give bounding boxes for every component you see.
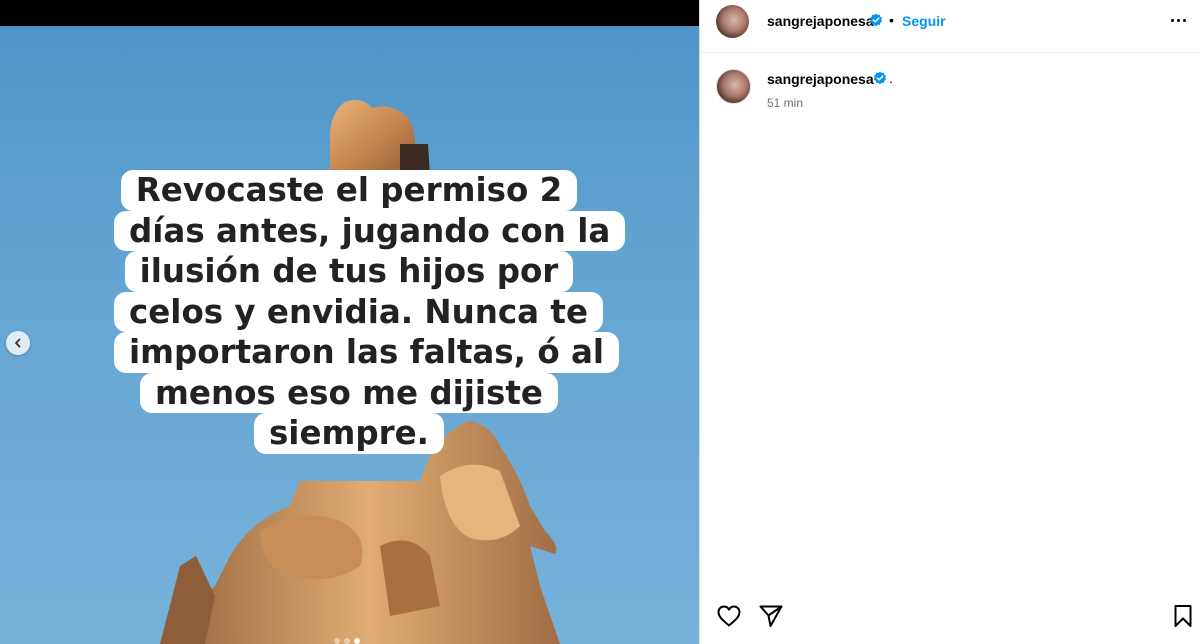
username-link[interactable]: sangrejaponesa <box>767 13 874 29</box>
caption-line: ilusión de tus hijos por <box>124 251 574 292</box>
caption-line: celos y envidia. Nunca te <box>114 291 603 332</box>
comment-username-link[interactable]: sangrejaponesa <box>767 71 874 87</box>
caption-line: menos eso me dijiste <box>140 372 558 413</box>
more-options-icon[interactable] <box>1171 19 1186 22</box>
caption-line: importaron las faltas, ó al <box>114 332 620 373</box>
verified-badge-icon <box>870 13 882 27</box>
post-side-panel: sangrejaponesa • Seguir sangrejaponesa .… <box>699 0 1200 644</box>
verified-badge-icon <box>874 71 886 85</box>
follow-button[interactable]: Seguir <box>902 13 946 29</box>
post-media: Revocaste el permiso 2 días antes, jugan… <box>0 0 699 644</box>
heart-icon[interactable] <box>716 604 742 628</box>
caption-line: siempre. <box>253 413 445 454</box>
carousel-dot-active <box>354 638 360 644</box>
action-bar <box>700 602 1200 632</box>
avatar[interactable] <box>716 5 749 38</box>
carousel-prev-button[interactable] <box>6 331 30 355</box>
comment-text: . <box>889 70 893 86</box>
caption-line: días antes, jugando con la <box>114 210 626 251</box>
caption-line: Revocaste el permiso 2 <box>120 170 578 211</box>
comment-timestamp[interactable]: 51 min <box>767 96 803 110</box>
dot-separator: • <box>889 12 894 28</box>
carousel-dot <box>344 638 350 644</box>
bookmark-icon[interactable] <box>1173 604 1193 628</box>
paper-plane-icon[interactable] <box>758 604 784 628</box>
media-top-bar <box>0 0 699 26</box>
post-caption-overlay: Revocaste el permiso 2 días antes, jugan… <box>114 170 626 454</box>
chevron-left-icon <box>15 338 21 348</box>
post-header: sangrejaponesa • Seguir <box>700 0 1200 53</box>
carousel-dot <box>334 638 340 644</box>
carousel-indicator <box>334 638 360 644</box>
avatar[interactable] <box>716 69 751 104</box>
